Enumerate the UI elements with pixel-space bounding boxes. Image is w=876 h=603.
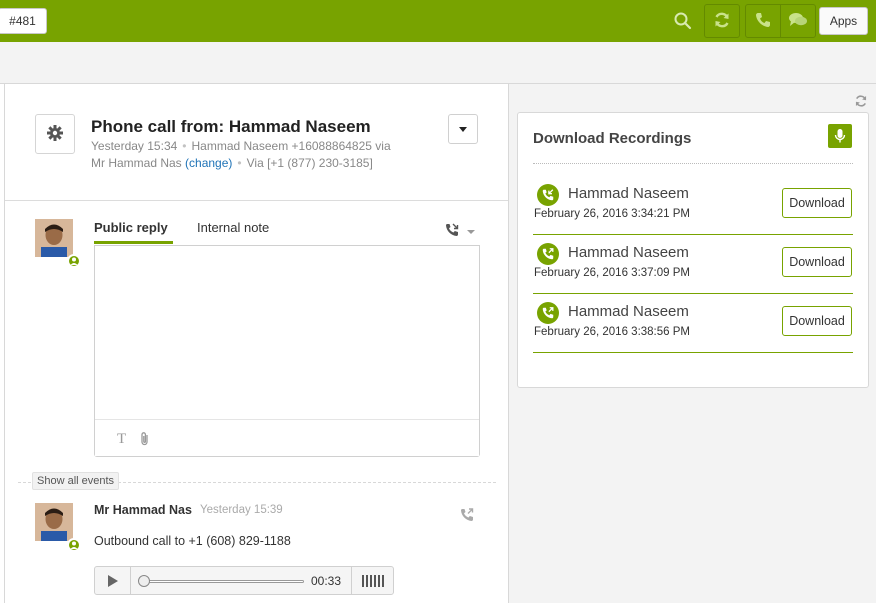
volume-bar xyxy=(369,574,372,587)
audio-duration: 00:33 xyxy=(311,574,342,588)
ticket-tab[interactable]: #481 xyxy=(0,8,47,34)
play-button[interactable] xyxy=(95,567,131,594)
active-tab-indicator xyxy=(94,241,173,244)
change-requester-link[interactable]: (change) xyxy=(185,156,232,170)
refresh-button[interactable] xyxy=(704,4,740,38)
voice-button[interactable] xyxy=(745,4,781,38)
recording-date: February 26, 2016 3:34:21 PM xyxy=(534,208,690,220)
audio-player: 00:33 xyxy=(94,566,394,595)
caret-down-icon xyxy=(459,126,467,132)
section-divider xyxy=(5,200,508,201)
app-title-divider xyxy=(533,163,853,164)
ticket-options-dropdown[interactable] xyxy=(448,114,478,144)
outbound-call-icon xyxy=(537,302,559,324)
reply-textarea[interactable] xyxy=(95,246,479,419)
comment-author-avatar xyxy=(35,503,73,541)
text-format-icon[interactable]: T xyxy=(117,431,126,448)
chat-icon xyxy=(788,11,808,32)
recording-caller-name: Hammad Naseem xyxy=(568,244,689,261)
chat-button[interactable] xyxy=(780,4,816,38)
ticket-via: Via [+1 (877) 230-3185] xyxy=(246,156,373,170)
phone-icon xyxy=(754,11,772,32)
recording-divider xyxy=(533,234,853,235)
comment-body: Outbound call to +1 (608) 829-1188 xyxy=(94,534,291,548)
reply-editor: T xyxy=(94,245,480,457)
agent-avatar xyxy=(35,219,73,257)
reply-toolbar: T xyxy=(95,419,479,456)
recording-caller-name: Hammad Naseem xyxy=(568,185,689,202)
recording-date: February 26, 2016 3:37:09 PM xyxy=(534,267,690,279)
volume-bar xyxy=(377,574,380,587)
show-all-events-button[interactable]: Show all events xyxy=(32,472,120,490)
ticket-settings-button[interactable] xyxy=(35,114,75,154)
volume-bar xyxy=(381,574,384,587)
ticket-meta-line: Yesterday 15:34 • Hammad Naseem +160888648… xyxy=(91,139,391,153)
volume-bar xyxy=(361,574,364,587)
ticket-time: Yesterday 15:34 xyxy=(91,139,178,153)
agent-status-badge xyxy=(67,254,81,268)
outbound-call-icon xyxy=(459,507,475,526)
download-button[interactable]: Download xyxy=(782,188,852,218)
recording-divider xyxy=(533,293,853,294)
comment-author-status-badge xyxy=(67,538,81,552)
ticket-title: Phone call from: Hammad Naseem xyxy=(91,117,371,136)
comment-author: Mr Hammad Nas xyxy=(94,503,192,517)
volume-bar xyxy=(373,574,376,587)
download-button[interactable]: Download xyxy=(782,247,852,277)
channel-caret-icon[interactable] xyxy=(467,230,475,234)
inbound-call-icon xyxy=(537,184,559,206)
ticket-meta-line-2: Mr Hammad Nas (change) • Via [+1 (877) 230… xyxy=(91,156,373,170)
audio-progress-knob[interactable] xyxy=(138,575,150,587)
search-icon[interactable] xyxy=(672,10,694,32)
tab-public-reply[interactable]: Public reply xyxy=(94,220,168,235)
comment-time: Yesterday 15:39 xyxy=(200,504,283,516)
ticket-tab-bar xyxy=(0,42,876,84)
separator-dot: • xyxy=(182,139,187,153)
tab-internal-note[interactable]: Internal note xyxy=(197,220,269,235)
attachment-icon[interactable] xyxy=(139,431,151,450)
app-refresh-icon[interactable] xyxy=(854,94,868,111)
recording-date: February 26, 2016 3:38:56 PM xyxy=(534,326,690,338)
gear-icon xyxy=(46,124,64,145)
separator-dot: • xyxy=(237,156,242,170)
audio-progress-track[interactable] xyxy=(141,580,304,583)
volume-control[interactable] xyxy=(351,567,393,594)
play-icon xyxy=(107,574,118,587)
ticket-caller: Hammad Naseem +16088864825 via xyxy=(191,139,391,153)
recording-caller-name: Hammad Naseem xyxy=(568,303,689,320)
download-button[interactable]: Download xyxy=(782,306,852,336)
outbound-call-icon xyxy=(537,243,559,265)
recording-divider xyxy=(533,352,853,353)
app-title: Download Recordings xyxy=(533,130,692,147)
requester-name: Mr Hammad Nas xyxy=(91,156,182,170)
phone-channel-icon[interactable] xyxy=(444,222,460,241)
refresh-icon xyxy=(713,11,731,32)
volume-bar xyxy=(365,574,368,587)
microphone-icon xyxy=(828,124,852,148)
apps-button[interactable]: Apps xyxy=(819,7,868,35)
